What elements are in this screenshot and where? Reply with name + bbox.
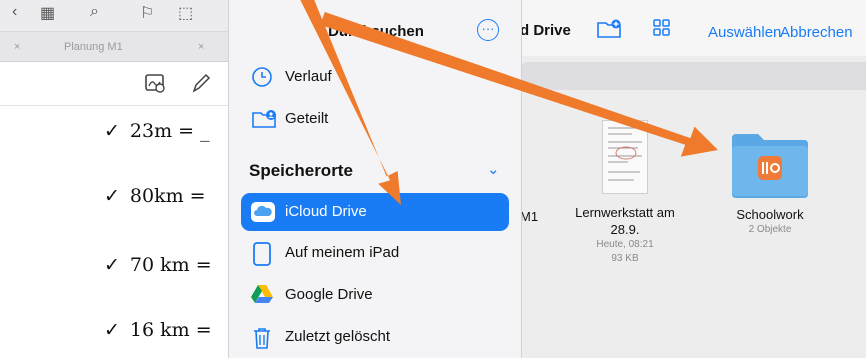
note-line: ✓ 80km = (104, 185, 206, 207)
note-tools (0, 62, 230, 106)
tab-planung[interactable]: Planung M1 (64, 32, 123, 62)
image-insert-icon[interactable] (144, 72, 166, 99)
note-line: ✓ 23m = _ (104, 120, 210, 142)
file-date: Heute, 08:21 (596, 239, 654, 250)
browse-sidebar: Durchsuchen ··· Verlauf Geteilt Speicher… (228, 0, 522, 358)
note-line: ✓ 70 km = (104, 254, 212, 276)
file-name: Schoolwork (736, 207, 804, 222)
sidebar-item-label: Zuletzt gelöscht (285, 328, 391, 345)
grid-view-icon[interactable] (652, 18, 672, 43)
share-icon[interactable]: ⬚ (178, 3, 193, 23)
files-navbar: d Drive Auswählen Abbrechen (520, 0, 866, 56)
google-drive-icon (251, 284, 273, 306)
file-name: 28.9. (610, 222, 640, 237)
note-tabs: × Planung M1 × (0, 32, 230, 62)
ellipsis-circle-icon[interactable]: ··· (477, 19, 499, 41)
cancel-button[interactable]: Abbrechen (780, 24, 853, 41)
file-size: 93 KB (611, 253, 639, 264)
partial-file-name: M1 (520, 209, 539, 224)
new-folder-icon[interactable] (596, 18, 622, 45)
sidebar-item-icloud-drive[interactable]: iCloud Drive (241, 193, 509, 231)
search-field[interactable] (520, 62, 866, 90)
file-item-lernwerkstatt[interactable]: Lernwerkstatt am 28.9. Heute, 08:21 93 K… (560, 120, 690, 266)
note-app: ‹ ▦ ⌕ ⚐ ⬚ × Planung M1 × ✓ 23m = _ ✓ 80km … (0, 0, 230, 358)
tab-close-icon[interactable]: × (198, 32, 204, 62)
file-meta: 2 Objekte (748, 224, 792, 235)
file-name: Lernwerkstatt am (575, 205, 675, 220)
icloud-icon (251, 201, 275, 223)
select-button[interactable]: Auswählen (708, 24, 781, 41)
screen: ‹ ▦ ⌕ ⚐ ⬚ × Planung M1 × ✓ 23m = _ ✓ 80km … (0, 0, 866, 358)
sidebar-item-label: Verlauf (285, 68, 332, 85)
file-item-schoolwork[interactable]: Schoolwork 2 Objekte (710, 132, 830, 237)
chevron-down-icon[interactable]: ⌄ (487, 160, 500, 178)
sidebar-item-google-drive[interactable]: Google Drive (241, 276, 509, 314)
document-thumbnail-icon (602, 120, 648, 194)
ipad-icon (251, 242, 273, 266)
sidebar-item-ipad[interactable]: Auf meinem iPad (241, 234, 509, 272)
sidebar-item-label: Geteilt (285, 110, 329, 127)
note-line: ✓ 16 km = (104, 319, 212, 341)
search-icon[interactable]: ⌕ (90, 3, 99, 21)
section-title: Speicherorte (249, 161, 353, 180)
shared-folder-icon (251, 108, 276, 130)
sidebar-item-zuletzt-geloescht[interactable]: Zuletzt gelöscht (241, 318, 509, 356)
sidebar-item-geteilt[interactable]: Geteilt (241, 100, 509, 138)
files-app: d Drive Auswählen Abbrechen M1 Lernwerks… (520, 0, 866, 358)
sidebar-item-label: Auf meinem iPad (285, 244, 400, 261)
pen-icon[interactable] (190, 72, 212, 99)
files-title: d Drive (520, 22, 571, 39)
folder-icon (732, 134, 808, 198)
sidebar-item-verlauf[interactable]: Verlauf (241, 58, 509, 96)
grid-icon[interactable]: ▦ (40, 3, 55, 23)
tab-close-icon[interactable]: × (14, 32, 20, 62)
sidebar-item-label: Google Drive (285, 286, 373, 303)
bookmark-icon[interactable]: ⚐ (140, 3, 154, 23)
trash-icon (251, 326, 273, 349)
back-icon[interactable]: ‹ (12, 3, 17, 21)
sidebar-item-label: iCloud Drive (285, 203, 367, 220)
note-toolbar: ‹ ▦ ⌕ ⚐ ⬚ (0, 0, 230, 32)
clock-icon (251, 66, 273, 88)
